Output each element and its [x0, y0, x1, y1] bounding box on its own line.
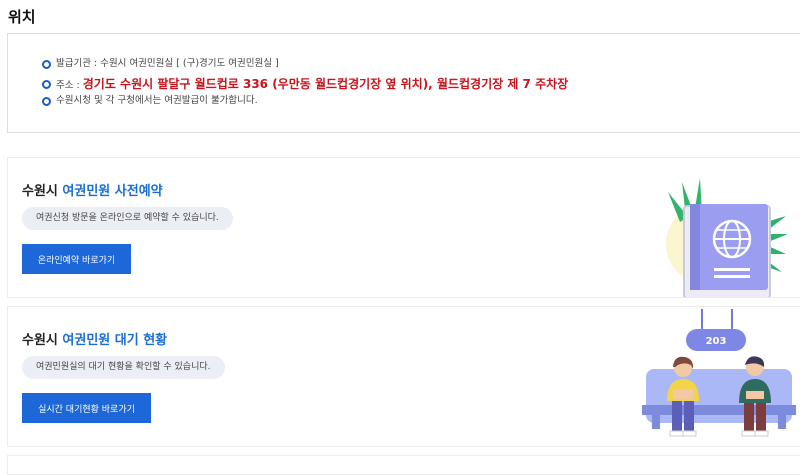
location-box: 발급기관 : 수원시 여권민원실 [ (구)경기도 여권민원실 ] 주소 : 경… — [7, 33, 800, 133]
reservation-card: 수원시 여권민원 사전예약 여권신청 방문을 온라인으로 예약할 수 있습니다.… — [7, 157, 800, 298]
waiting-card-title: 수원시 여권민원 대기 현황 — [22, 329, 167, 348]
next-card — [7, 455, 800, 475]
location-item-notice: 수원시청 및 각 구청에서는 여권발급이 불가합니다. — [42, 95, 568, 109]
card-title-prefix: 수원시 — [22, 184, 63, 199]
page-title: 위치 — [8, 8, 36, 26]
location-item-address: 주소 : 경기도 수원시 팔달구 월드컵로 336 (우만동 월드컵경기장 옆 … — [42, 76, 568, 95]
card-title-prefix: 수원시 — [22, 333, 63, 348]
waiting-description: 여권민원실의 대기 현황을 확인할 수 있습니다. — [22, 356, 225, 379]
reservation-card-title: 수원시 여권민원 사전예약 — [22, 180, 163, 199]
address-label: 주소 : — [56, 80, 83, 91]
realtime-waiting-button[interactable]: 실시간 대기현황 바로가기 — [22, 393, 151, 423]
reservation-description: 여권신청 방문을 온라인으로 예약할 수 있습니다. — [22, 207, 233, 230]
online-reservation-button[interactable]: 온라인예약 바로가기 — [22, 244, 131, 274]
waiting-status-card: 수원시 여권민원 대기 현황 여권민원실의 대기 현황을 확인할 수 있습니다.… — [7, 306, 800, 447]
card-title-highlight: 여권민원 대기 현황 — [62, 333, 168, 348]
waiting-room-illustration-icon: 203 — [642, 309, 796, 437]
sign-number: 203 — [706, 336, 727, 347]
passport-illustration-icon — [666, 178, 788, 297]
card-title-highlight: 여권민원 사전예약 — [62, 184, 163, 199]
address-text: 경기도 수원시 팔달구 월드컵로 336 (우만동 월드컵경기장 옆 위치), … — [82, 77, 569, 91]
location-item-issuer: 발급기관 : 수원시 여권민원실 [ (구)경기도 여권민원실 ] — [42, 58, 568, 76]
location-list: 발급기관 : 수원시 여권민원실 [ (구)경기도 여권민원실 ] 주소 : 경… — [42, 58, 568, 109]
